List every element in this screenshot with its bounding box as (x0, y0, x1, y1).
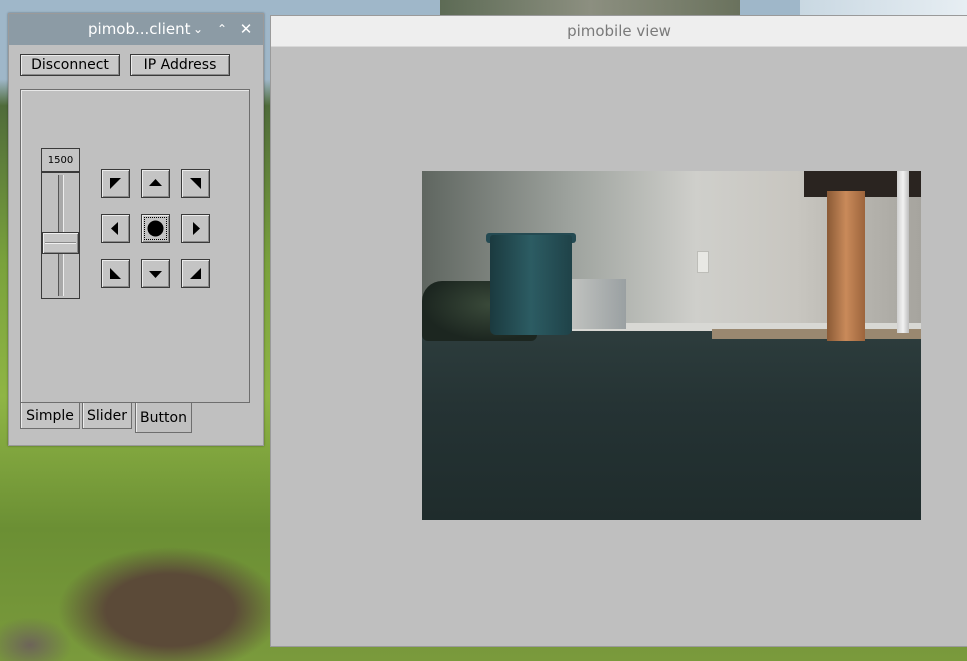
down-button[interactable] (141, 259, 170, 288)
camera-feed (422, 171, 921, 520)
camera-floor (422, 329, 921, 520)
up-icon (149, 179, 162, 186)
up-right-button[interactable] (181, 169, 210, 198)
camera-table-leg (827, 191, 865, 341)
client-titlebar[interactable]: pimob...client ⌄ ⌃ ✕ (9, 14, 263, 45)
ip-address-button[interactable]: IP Address (130, 54, 230, 76)
stop-button[interactable] (141, 214, 170, 243)
up-left-icon (110, 178, 121, 189)
maximize-icon[interactable]: ⌃ (214, 20, 230, 38)
view-window-title[interactable]: pimobile view (271, 16, 967, 47)
down-right-icon (190, 268, 201, 279)
camera-outlet (697, 251, 709, 273)
down-icon (149, 271, 162, 278)
stop-icon (147, 220, 164, 237)
up-left-button[interactable] (101, 169, 130, 198)
minimize-icon[interactable]: ⌄ (190, 20, 206, 38)
tab-button[interactable]: Button (135, 403, 192, 433)
camera-box (572, 279, 626, 329)
view-window: pimobile view (270, 15, 967, 647)
speed-slider[interactable] (41, 172, 80, 299)
client-window-title: pimob...client (88, 20, 191, 38)
down-right-button[interactable] (181, 259, 210, 288)
client-window: pimob...client ⌄ ⌃ ✕ Disconnect IP Addre… (8, 13, 264, 446)
speed-value-display: 1500 (41, 148, 80, 172)
button-tab-panel: 1500 (20, 89, 250, 403)
disconnect-button[interactable]: Disconnect (20, 54, 120, 76)
left-icon (111, 222, 118, 235)
tab-simple[interactable]: Simple (20, 403, 80, 429)
slider-grip (45, 241, 76, 244)
close-icon[interactable]: ✕ (238, 20, 254, 38)
slider-thumb[interactable] (42, 231, 79, 254)
down-left-icon (110, 268, 121, 279)
down-left-button[interactable] (101, 259, 130, 288)
camera-rug (712, 329, 921, 339)
left-button[interactable] (101, 214, 130, 243)
right-button[interactable] (181, 214, 210, 243)
right-icon (193, 222, 200, 235)
camera-trash-bin (490, 235, 572, 335)
up-button[interactable] (141, 169, 170, 198)
camera-pipe (897, 171, 909, 333)
tab-slider[interactable]: Slider (82, 403, 132, 429)
up-right-icon (190, 178, 201, 189)
